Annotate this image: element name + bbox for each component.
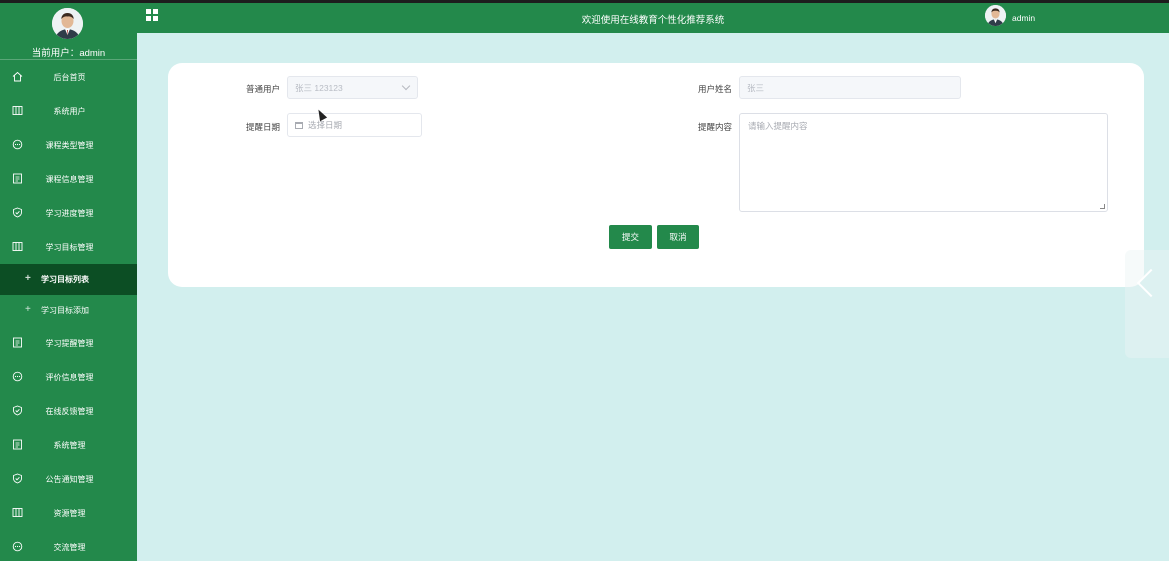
user-name[interactable]: admin <box>1012 13 1035 23</box>
sidebar-subitem-label: 学习目标添加 <box>41 306 89 315</box>
columns-icon <box>12 508 23 517</box>
user-avatar[interactable] <box>985 5 1006 26</box>
plus-icon: + <box>25 304 31 315</box>
current-user-prefix: 当前用户： <box>31 48 80 59</box>
content-textarea-placeholder: 请输入提醒内容 <box>748 121 808 131</box>
date-picker[interactable]: 选择日期 <box>287 113 422 137</box>
user-select[interactable]: 张三 123123 <box>287 76 418 99</box>
sidebar-item-system-users[interactable]: 系统用户 <box>0 94 137 128</box>
name-field[interactable]: 张三 <box>739 76 961 99</box>
chat-icon <box>12 541 23 552</box>
sidebar-item-announcements[interactable]: 公告通知管理 <box>0 462 137 496</box>
side-drawer-handle[interactable] <box>1125 250 1169 358</box>
home-icon <box>12 71 23 82</box>
sidebar-item-course-types[interactable]: 课程类型管理 <box>0 128 137 162</box>
avatar[interactable] <box>52 8 83 39</box>
sidebar-item-system[interactable]: 系统管理 <box>0 428 137 462</box>
plus-icon: + <box>25 273 31 284</box>
sidebar-subitem-label: 学习目标列表 <box>41 275 89 284</box>
date-label: 提醒日期 <box>245 122 280 132</box>
sidebar-subitem-goal-add[interactable]: + 学习目标添加 <box>0 295 137 326</box>
columns-icon <box>12 106 23 115</box>
topbar: 欢迎使用在线教育个性化推荐系统 admin <box>137 3 1169 33</box>
sidebar-item-communication[interactable]: 交流管理 <box>0 530 137 561</box>
sidebar-item-learning-progress[interactable]: 学习进度管理 <box>0 196 137 230</box>
document-icon <box>13 173 22 184</box>
chat-icon <box>12 371 23 382</box>
document-icon <box>13 439 22 450</box>
cancel-button[interactable]: 取消 <box>657 225 699 249</box>
date-picker-placeholder: 选择日期 <box>308 120 343 130</box>
sidebar-item-dashboard[interactable]: 后台首页 <box>0 60 137 94</box>
user-select-label: 普通用户 <box>245 84 280 94</box>
name-field-value: 张三 <box>747 82 765 93</box>
sidebar-item-learning-goals[interactable]: 学习目标管理 <box>0 230 137 264</box>
shield-icon <box>13 207 22 218</box>
sidebar-item-reminders[interactable]: 学习提醒管理 <box>0 326 137 360</box>
shield-icon <box>13 405 22 416</box>
sidebar: 当前用户：admin 后台首页 系统用户 课程类型管理 课程信息管理 学习进度管… <box>0 3 137 561</box>
current-user-name: admin <box>79 48 106 59</box>
shield-icon <box>13 473 22 484</box>
content-label: 提醒内容 <box>697 122 732 132</box>
submit-button[interactable]: 提交 <box>609 225 652 249</box>
sidebar-item-course-info[interactable]: 课程信息管理 <box>0 162 137 196</box>
current-user-label: 当前用户：admin <box>0 45 137 59</box>
sidebar-subitem-goal-list[interactable]: + 学习目标列表 <box>0 264 137 295</box>
sidebar-item-resources[interactable]: 资源管理 <box>0 496 137 530</box>
chat-icon <box>12 139 23 150</box>
columns-icon <box>12 242 23 251</box>
content-textarea[interactable]: 请输入提醒内容 <box>739 113 1108 212</box>
calendar-icon <box>295 121 303 129</box>
sidebar-item-reviews[interactable]: 评价信息管理 <box>0 360 137 394</box>
resize-handle-icon[interactable] <box>1100 204 1105 209</box>
user-select-value: 张三 123123 <box>295 82 343 93</box>
chevron-down-icon <box>401 81 411 91</box>
sidebar-item-feedback[interactable]: 在线反馈管理 <box>0 394 137 428</box>
name-label: 用户姓名 <box>697 84 732 94</box>
form-card: 普通用户 张三 123123 用户姓名 张三 提醒日期 选择日期 提醒内容 请输… <box>168 63 1144 287</box>
sidebar-header: 当前用户：admin <box>0 3 137 60</box>
document-icon <box>13 337 22 348</box>
